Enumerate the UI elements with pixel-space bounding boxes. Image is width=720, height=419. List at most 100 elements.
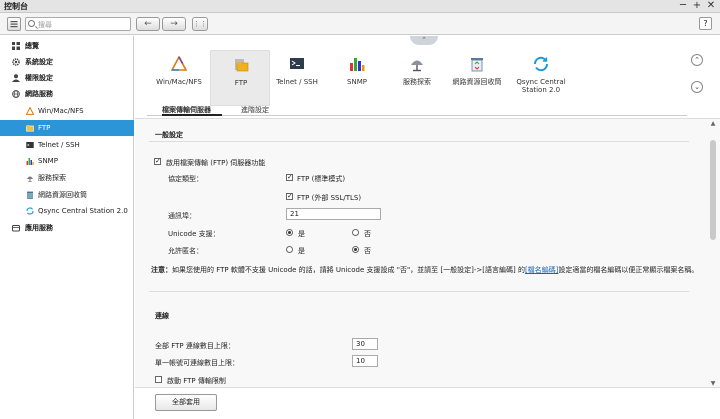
minimize-button[interactable]: ─ (678, 0, 688, 12)
back-button[interactable]: ← (136, 17, 160, 31)
bar-chart-icon (350, 58, 365, 71)
tile-label: SNMP (347, 78, 367, 86)
sync-icon (26, 207, 34, 215)
tab-advanced-settings[interactable]: 進階設定 (241, 105, 273, 116)
protocol-ftps-label: FTP (外部 SSL/TLS) (297, 194, 362, 202)
chevron-up-icon: ⌃ (694, 56, 700, 64)
unicode-label: Unicode 支援： (168, 230, 220, 238)
tile-qsync[interactable]: Qsync Central Station 2.0 (507, 50, 575, 106)
sidebar-item-snmp[interactable]: SNMP (0, 153, 134, 169)
scroll-down-arrow-icon[interactable]: ▼ (709, 380, 717, 387)
unicode-no-radio[interactable] (352, 229, 359, 236)
scroll-up-arrow-icon[interactable]: ▲ (709, 120, 717, 127)
search-box[interactable]: 搜尋 (25, 17, 131, 31)
max-single-connections-label: 單一帳號可連線數目上限： (155, 359, 239, 367)
anonymous-no-label: 否 (364, 247, 371, 255)
max-single-connections-input[interactable]: 10 (352, 355, 378, 367)
sidebar-item-label: SNMP (38, 157, 58, 165)
help-button[interactable]: ? (699, 17, 712, 30)
main-panel: ⌃ Win/Mac/NFS FTP Telnet / SSH SNMP 服務探索… (135, 36, 720, 419)
chevron-up-icon: ⌃ (421, 36, 427, 44)
terminal-icon (290, 58, 304, 69)
sidebar-item-label: FTP (38, 124, 51, 132)
tile-snmp[interactable]: SNMP (327, 50, 387, 106)
sidebar-item-qsync[interactable]: Qsync Central Station 2.0 (0, 203, 134, 219)
menu-icon (10, 21, 18, 28)
protocol-ftps-checkbox[interactable]: ✓ (286, 193, 293, 200)
tile-service-discovery[interactable]: 服務探索 (387, 50, 447, 106)
close-button[interactable]: ✕ (706, 0, 716, 12)
satellite-icon (27, 176, 33, 182)
ftp-limit-label: 啟動 FTP 傳輸限制 (167, 377, 226, 385)
forward-icon: → (170, 19, 178, 29)
tab-ftp-server[interactable]: 檔案傳輸伺服器 (162, 105, 222, 116)
tile-network-recycle-bin[interactable]: 網路資源回收筒 (447, 50, 507, 106)
apps-button[interactable]: ⋮⋮ (192, 17, 208, 31)
sidebar-item-label: 系統設定 (25, 58, 53, 66)
divider (149, 291, 689, 292)
chevron-down-icon: ⌄ (694, 83, 700, 91)
user-icon (12, 74, 20, 82)
protocol-ftp-checkbox[interactable]: ✓ (286, 174, 293, 181)
ftp-icon (235, 59, 249, 72)
sidebar-item-ftp[interactable]: FTP (0, 120, 134, 136)
protocol-ftp-label: FTP (標準模式) (297, 175, 346, 183)
search-input[interactable]: 搜尋 (38, 20, 52, 30)
toolbar: 搜尋 ← → ⋮⋮ ? (0, 13, 720, 35)
sidebar-item-label: 網路服務 (25, 90, 53, 98)
anonymous-label: 允許匿名： (168, 247, 203, 255)
tile-ftp[interactable]: FTP (210, 50, 270, 106)
satellite-icon (411, 60, 423, 72)
anonymous-no-radio[interactable] (352, 246, 359, 253)
scrollbar[interactable]: ▲ ▼ (709, 120, 717, 387)
port-input[interactable]: 21 (286, 208, 381, 220)
back-icon: ← (144, 19, 152, 29)
scrollbar-thumb[interactable] (710, 140, 716, 240)
applications-icon (12, 225, 20, 232)
sidebar-item-network-services[interactable]: 網路服務 (0, 86, 134, 102)
filename-encoding-link[interactable]: [檔名編碼] (525, 266, 558, 274)
grid-icon: ⋮⋮ (193, 20, 207, 28)
apply-all-button[interactable]: 全部套用 (155, 394, 217, 411)
sidebar-item-service-discovery[interactable]: 服務探索 (0, 170, 134, 186)
unicode-yes-radio[interactable] (286, 229, 293, 236)
unicode-note: 注意：如果您使用的 FTP 軟體不支援 Unicode 的話，請將 Unicod… (151, 265, 698, 275)
anonymous-yes-radio[interactable] (286, 246, 293, 253)
bar-chart-icon (26, 158, 34, 165)
section-connection-heading: 連線 (155, 312, 169, 320)
sync-icon (533, 56, 549, 72)
sidebar-item-label: Win/Mac/NFS (38, 107, 84, 115)
note-prefix: 注意： (151, 266, 172, 274)
search-icon (28, 20, 35, 27)
max-all-connections-input[interactable]: 30 (352, 338, 378, 350)
tile-label: Qsync Central Station 2.0 (516, 78, 566, 94)
anonymous-yes-label: 是 (298, 247, 305, 255)
scroll-down-button[interactable]: ⌄ (691, 81, 703, 93)
sidebar-item-privilege[interactable]: 權限設定 (0, 70, 134, 86)
forward-button[interactable]: → (162, 17, 186, 31)
unicode-yes-label: 是 (298, 230, 305, 238)
sidebar-item-label: 權限設定 (25, 74, 53, 82)
enable-ftp-checkbox[interactable]: ✓ (154, 158, 161, 165)
settings-panel: 一般設定 ✓ 啟用檔案傳輸 (FTP) 伺服器功能 協定類型： ✓ FTP (標… (135, 118, 720, 387)
home-menu-button[interactable] (7, 17, 21, 31)
help-icon: ? (703, 19, 708, 28)
sidebar-item-applications[interactable]: 應用服務 (0, 220, 134, 236)
note-text: 如果您使用的 FTP 軟體不支援 Unicode 的話，請將 Unicode 支… (172, 266, 525, 274)
window-title: 控制台 (4, 2, 28, 11)
tile-telnet-ssh[interactable]: Telnet / SSH (267, 50, 327, 106)
section-general-heading: 一般設定 (155, 131, 183, 139)
sidebar-item-label: 應用服務 (25, 224, 53, 232)
sidebar-item-overview[interactable]: 總覽 (0, 38, 134, 54)
ftp-limit-checkbox[interactable] (155, 376, 162, 383)
sidebar-item-network-recycle-bin[interactable]: 網路資源回收筒 (0, 187, 134, 203)
scroll-up-button[interactable]: ⌃ (691, 54, 703, 66)
sidebar-item-telnet-ssh[interactable]: Telnet / SSH (0, 137, 134, 153)
subtab-bar: 檔案傳輸伺服器 進階設定 (147, 105, 687, 116)
sidebar-item-win-mac-nfs[interactable]: Win/Mac/NFS (0, 103, 134, 119)
collapse-tab-button[interactable]: ⌃ (410, 36, 438, 45)
maximize-button[interactable]: + (692, 0, 702, 12)
terminal-icon (26, 142, 34, 148)
tile-win-mac-nfs[interactable]: Win/Mac/NFS (149, 50, 209, 106)
sidebar-item-system-settings[interactable]: 系統設定 (0, 54, 134, 70)
